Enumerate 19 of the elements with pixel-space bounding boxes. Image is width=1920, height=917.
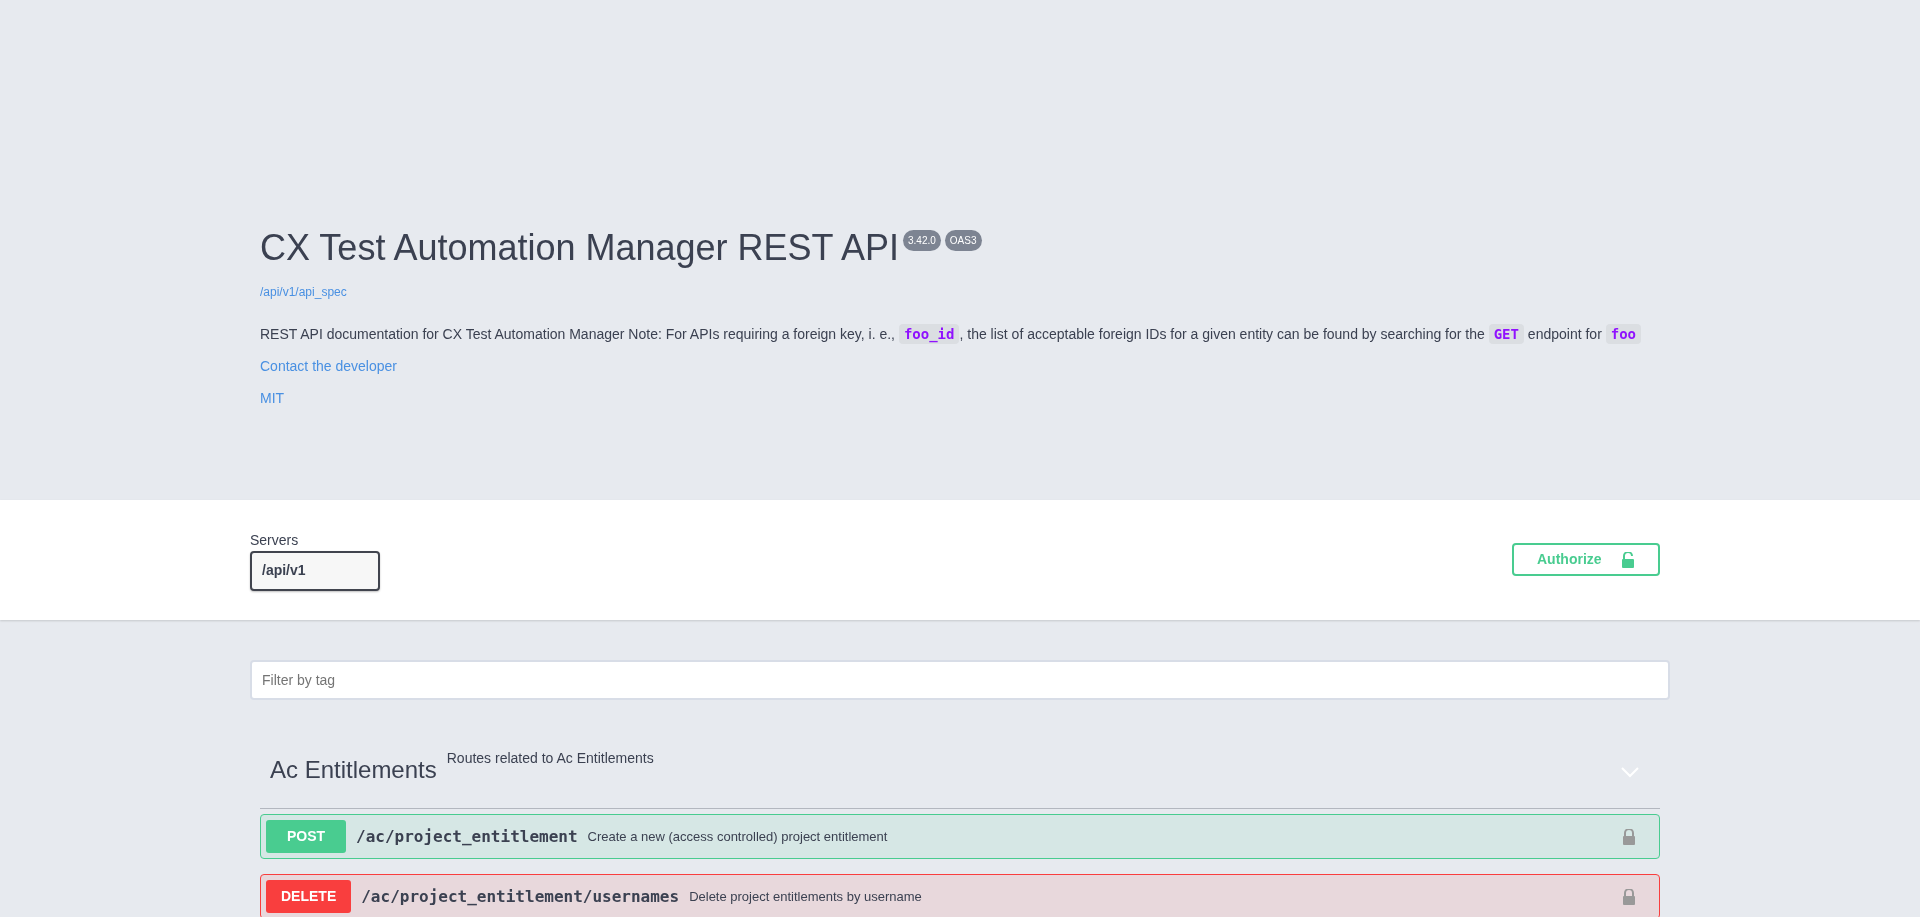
version-badge: 3.42.0: [903, 230, 941, 251]
description-text: REST API documentation for CX Test Automation Manager Note: For APIs requiring a foreign key, i. e., foo_id , the list of acceptable foreign IDs for a given entity can be found by searching for the GET endpoint for foo: [260, 323, 1660, 346]
tag-header[interactable]: Ac Entitlements Routes related to Ac Entitlements: [260, 736, 1660, 809]
operation-path: /ac/project_entitlement: [355, 825, 579, 848]
filter-field[interactable]: Filter by tag: [250, 660, 1670, 700]
api-title: CX Test Automation Manager REST API: [260, 226, 899, 270]
method-label: DELETE: [266, 880, 352, 913]
operation-block[interactable]: POST /ac/project_entitlement Create a new (access controlled) project entitlement: [260, 814, 1660, 859]
tag-name: Ac Entitlements: [270, 755, 437, 785]
servers-label: Servers: [250, 531, 300, 550]
method-label: POST: [266, 820, 346, 853]
server-select[interactable]: /api/v1: [250, 551, 380, 591]
unlocked-padlock-icon: [1621, 551, 1635, 568]
operation-summary: Delete project entitlements by username: [689, 887, 922, 906]
operation-path: /ac/project_entitlement/usernames: [360, 885, 681, 908]
operation-block[interactable]: DELETE /ac/project_entitlement/usernames Delete project entitlements by username: [260, 874, 1660, 917]
tag-description: Routes related to Ac Entitlements: [446, 749, 654, 768]
operation-summary: Create a new (access controlled) project entitlement: [587, 827, 888, 846]
spec-badge: OAS3: [944, 230, 982, 251]
